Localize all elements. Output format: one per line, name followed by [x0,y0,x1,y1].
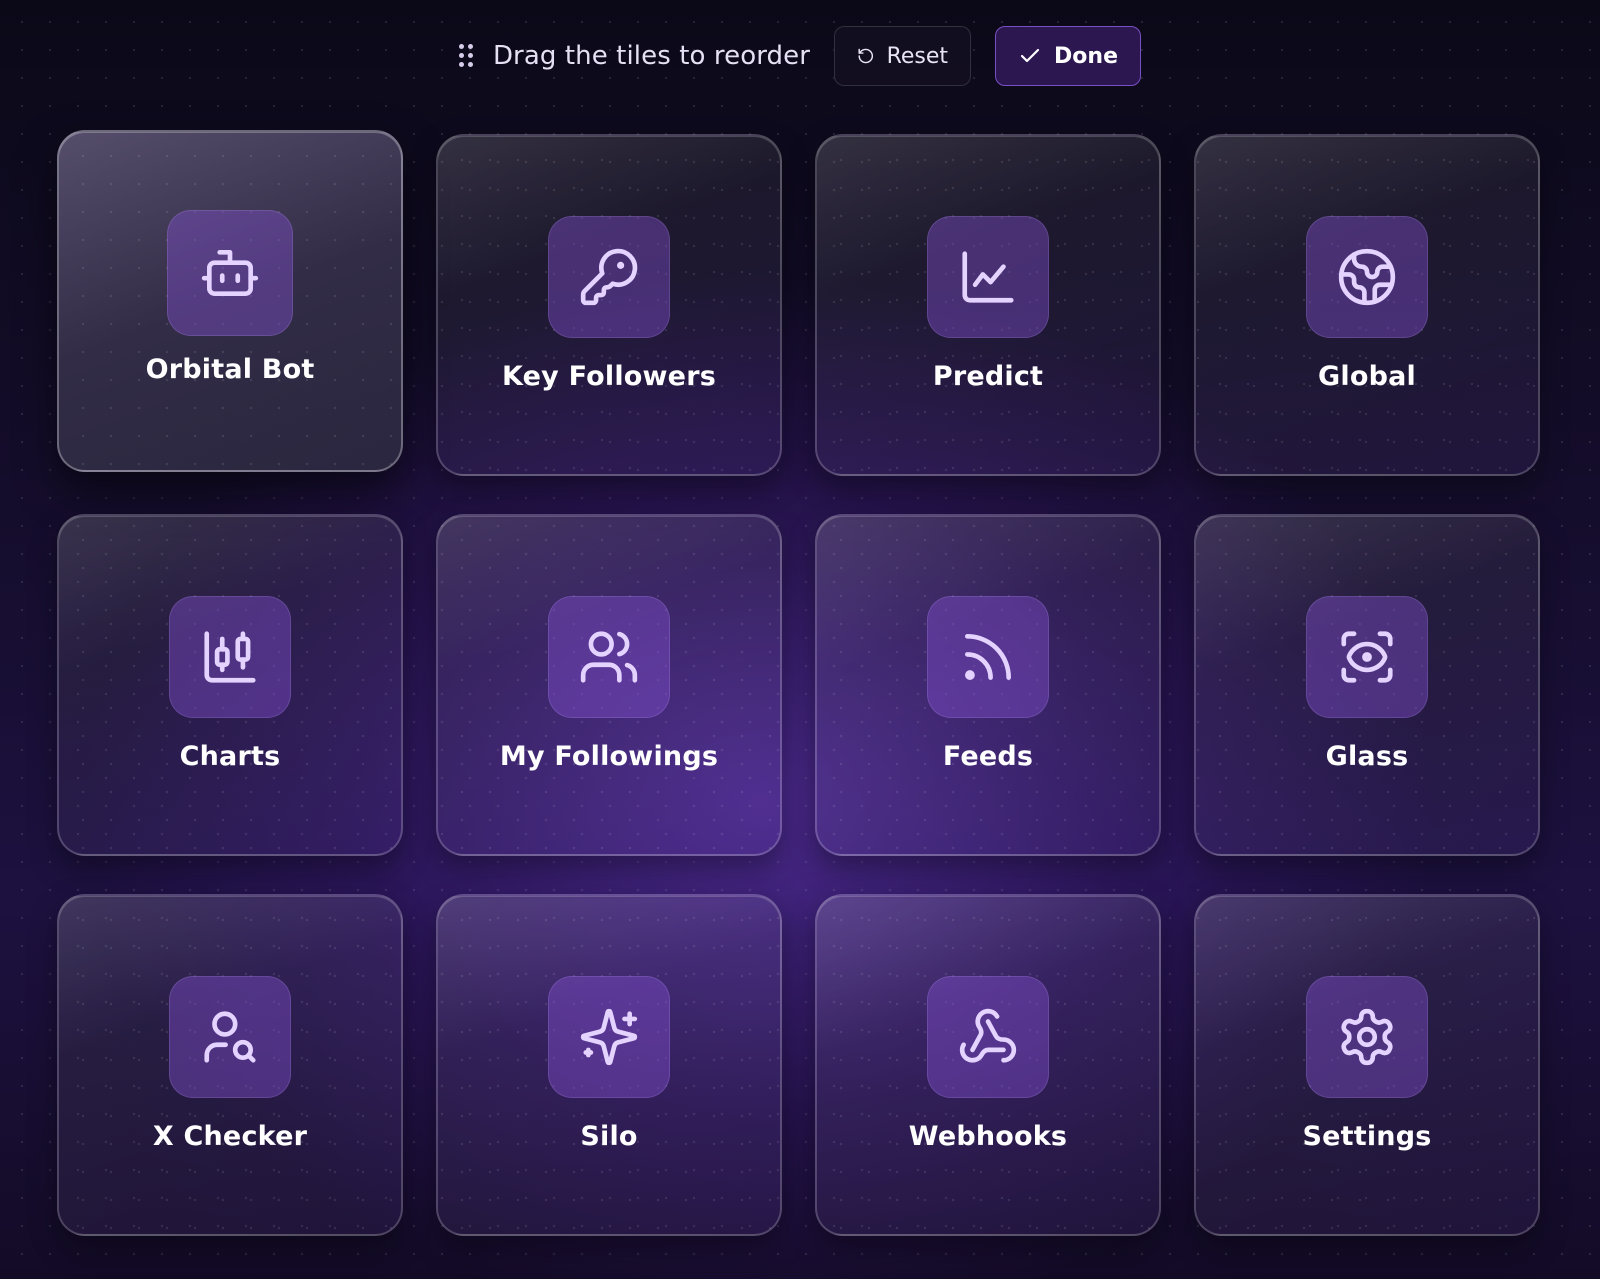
tile-icon-box [1306,976,1428,1098]
tile-icon-box [1306,216,1428,338]
tile-icon-box [548,976,670,1098]
line-chart-icon [962,251,1014,303]
candlestick-chart-icon [204,631,256,683]
tile-key-followers[interactable]: Key Followers [436,134,782,476]
done-button[interactable]: Done [995,26,1142,86]
user-search-icon [204,1011,256,1063]
webhook-icon [959,1008,1017,1063]
tile-my-followings[interactable]: My Followings [436,514,782,856]
tile-glass[interactable]: Glass [1194,514,1540,856]
reorder-hint-text: Drag the tiles to reorder [492,41,811,71]
tile-icon-box [169,596,291,718]
tile-icon-box [548,216,670,338]
tile-label: Charts [179,741,281,772]
rotate-ccw-icon [858,48,874,64]
tile-icon-box [927,596,1049,718]
users-icon [580,631,638,683]
reorder-toolbar: Drag the tiles to reorder Reset Done [0,25,1600,87]
tile-label: X Checker [152,1121,308,1152]
tile-webhooks[interactable]: Webhooks [815,894,1161,1236]
key-icon [580,248,638,306]
tile-charts[interactable]: Charts [57,514,403,856]
tile-label: Settings [1302,1121,1432,1152]
tile-icon-box [548,596,670,718]
tile-label: My Followings [499,741,719,772]
reset-button-label: Reset [886,43,949,69]
reorder-hint: Drag the tiles to reorder [458,25,811,87]
tile-feeds[interactable]: Feeds [815,514,1161,856]
check-icon [1020,48,1040,63]
tile-x-checker[interactable]: X Checker [57,894,403,1236]
tile-icon-box [167,210,293,336]
tile-label: Orbital Bot [145,354,315,385]
globe-icon [1338,248,1396,306]
tile-label: Predict [932,361,1044,392]
tile-icon-box [1306,596,1428,718]
tile-predict[interactable]: Predict [815,134,1161,476]
tile-label: Key Followers [502,361,716,392]
rss-icon [965,634,1011,680]
tile-settings[interactable]: Settings [1194,894,1540,1236]
bot-icon [201,250,259,296]
drag-grip-icon [458,44,473,68]
tile-label: Feeds [942,741,1034,772]
tile-icon-box [169,976,291,1098]
tile-global[interactable]: Global [1194,134,1540,476]
reset-button[interactable]: Reset [834,26,972,86]
tile-label: Glass [1325,741,1409,772]
tile-label: Global [1318,361,1416,392]
done-button-label: Done [1054,43,1119,69]
scan-eye-icon [1341,631,1393,683]
tile-label: Webhooks [908,1121,1068,1152]
tile-icon-box [927,976,1049,1098]
tile-silo[interactable]: Silo [436,894,782,1236]
sparkles-icon [580,1008,638,1066]
tile-orbital-bot[interactable]: Orbital Bot [57,130,403,472]
tile-label: Silo [580,1121,638,1152]
tile-icon-box [927,216,1049,338]
settings-icon [1341,1008,1393,1066]
